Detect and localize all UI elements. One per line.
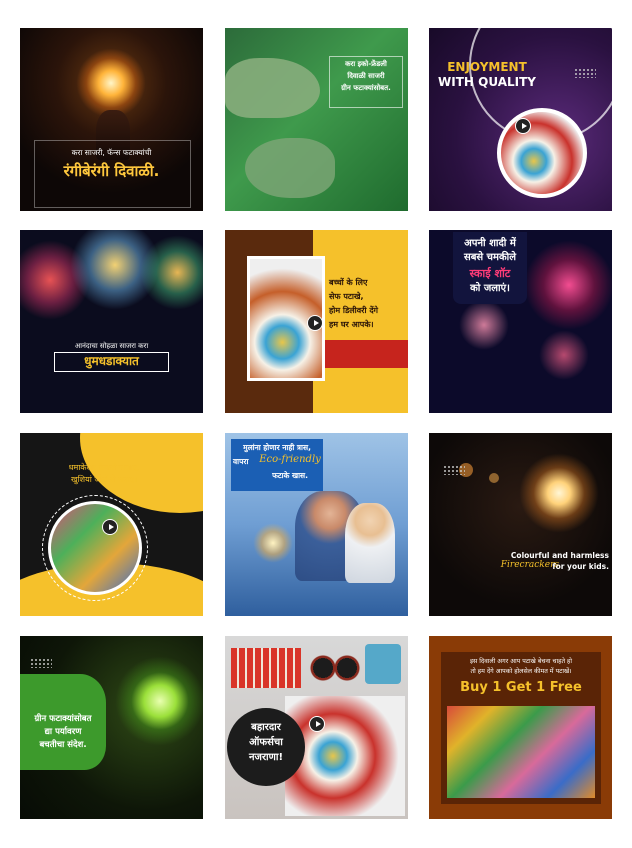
caption-line-1: Colourful and harmless	[510, 551, 609, 560]
play-icon[interactable]	[309, 716, 325, 732]
post-tile-green-crackers[interactable]: ग्रीन फटाक्यांसोबत द्या पर्यावरण बचतीचा …	[20, 636, 203, 819]
child-image	[345, 503, 395, 583]
headline: धुमधडाक्यात	[84, 354, 139, 368]
caption-line-2: दिवाळी साजरी	[347, 72, 385, 80]
sparkler	[519, 453, 599, 533]
headline-line-1: बहारदार	[251, 722, 281, 733]
post-tile-celebration[interactable]: आनंदाचा सोहळा साजरा करा धुमधडाक्यात	[20, 230, 203, 413]
post-tile-eco-diwali[interactable]: करा इको-फ्रेंडली दिवाळी साजरी ग्रीन फटाक…	[225, 28, 408, 211]
caption-line-4: हम घर आपके।	[329, 320, 374, 329]
post-tile-crackers-joy[interactable]: धमाकेदार क्रैकर्स जलाए, खुशियां जोरों से…	[20, 433, 203, 616]
red-band	[313, 340, 408, 368]
caption-line-2: द्या पर्यावरण	[44, 727, 82, 737]
caption-line-1: आनंदाचा सोहळा साजरा करा	[74, 342, 149, 350]
caption-line-1: ग्रीन फटाक्यांसोबत	[34, 714, 92, 724]
bokeh-light-2	[489, 473, 499, 483]
caption-line-3: Eco-friendly	[259, 454, 321, 465]
caption-line-2: खुशियां जोरों से मनाए।	[71, 475, 137, 484]
caption-line-4: फटाके खास.	[272, 471, 308, 480]
caption-line-2: सेफ पटाखे,	[329, 292, 364, 301]
firework-3	[140, 235, 203, 310]
dashed-ring	[42, 495, 148, 601]
crackers-photo-2	[305, 650, 365, 686]
headline-line-3: स्काई शॉट	[469, 267, 511, 280]
hand-image	[225, 58, 320, 118]
post-tile-buy-one-get-one[interactable]: इस दिवाली अगर आप पटाखे बेचना चाहते हो तो…	[429, 636, 612, 819]
offer-headline: Buy 1 Get 1 Free	[460, 680, 582, 695]
headline-line-2: ऑफर्सचा	[249, 737, 283, 748]
firework-1	[524, 240, 612, 330]
caption-line-2: रंगीबेरंगी दिवाळी.	[63, 162, 160, 180]
headline-line-1: ENJOYMENT	[447, 60, 527, 74]
play-icon[interactable]	[515, 118, 531, 134]
sparkler	[253, 523, 293, 563]
dot-pattern	[30, 658, 52, 668]
caption-line-1: मुलांना होणार नाही त्रास,	[243, 443, 311, 452]
sparkler	[115, 656, 203, 746]
play-icon[interactable]	[102, 519, 118, 535]
firework-3	[539, 330, 589, 380]
post-tile-colorful-diwali[interactable]: करा साजरी, फॅन्स फटाक्यांची रंगीबेरंगी द…	[20, 28, 203, 211]
headline-line-1: अपनी शादी में	[464, 238, 516, 249]
firework-2	[459, 300, 509, 350]
post-tile-offers[interactable]: बहारदार ऑफर्सचा नजराणा!	[225, 636, 408, 819]
caption-line-1: बच्चों के लिए	[329, 278, 368, 287]
caption-line-1: इस दिवाली अगर आप पटाखे बेचना चाहते हो	[469, 658, 573, 665]
hand-image-2	[245, 138, 335, 198]
caption-line-3: होम डिलीवरी देंगे	[329, 306, 379, 315]
dot-pattern	[574, 68, 596, 78]
play-icon[interactable]	[307, 315, 323, 331]
post-tile-wedding-skyshot[interactable]: अपनी शादी में सबसे चमकीले स्काई शॉट को ज…	[429, 230, 612, 413]
caption-line-3: ग्रीन फटाक्यांसोबत.	[341, 84, 391, 92]
crackers-photo-1	[231, 648, 301, 688]
headline-line-2: WITH QUALITY	[438, 75, 536, 89]
caption-line-1: धमाकेदार क्रैकर्स जलाए,	[68, 463, 140, 472]
post-tile-colourful-harmless[interactable]: Colourful and harmless Firecrackers for …	[429, 433, 612, 616]
product-circle-image	[497, 108, 587, 198]
caption-line-1: करा साजरी, फॅन्स फटाक्यांची	[71, 148, 152, 157]
headline-line-2: सबसे चमकीले	[463, 252, 517, 263]
headline-line-4: को जलाएं।	[470, 283, 510, 294]
post-tile-eco-friendly-kids[interactable]: मुलांना होणार नाही त्रास, वापरा Eco-frie…	[225, 433, 408, 616]
crackers-photo-3	[365, 644, 401, 684]
caption-line-1: करा इको-फ्रेंडली	[345, 60, 387, 68]
shop-photo	[447, 706, 595, 798]
sparkler-image	[76, 48, 146, 118]
dot-pattern	[443, 465, 465, 475]
post-tile-safe-crackers[interactable]: बच्चों के लिए सेफ पटाखे, होम डिलीवरी दें…	[225, 230, 408, 413]
headline-line-3: नजराणा!	[248, 752, 284, 763]
caption-line-3: बचतीचा संदेश.	[39, 740, 87, 750]
caption-line-2: तो हम देंगे आपको होलसेल कीमत में पटाखें।	[470, 668, 572, 675]
caption-line-3: for your kids.	[552, 562, 609, 571]
post-tile-enjoyment-quality[interactable]: ENJOYMENT WITH QUALITY	[429, 28, 612, 211]
